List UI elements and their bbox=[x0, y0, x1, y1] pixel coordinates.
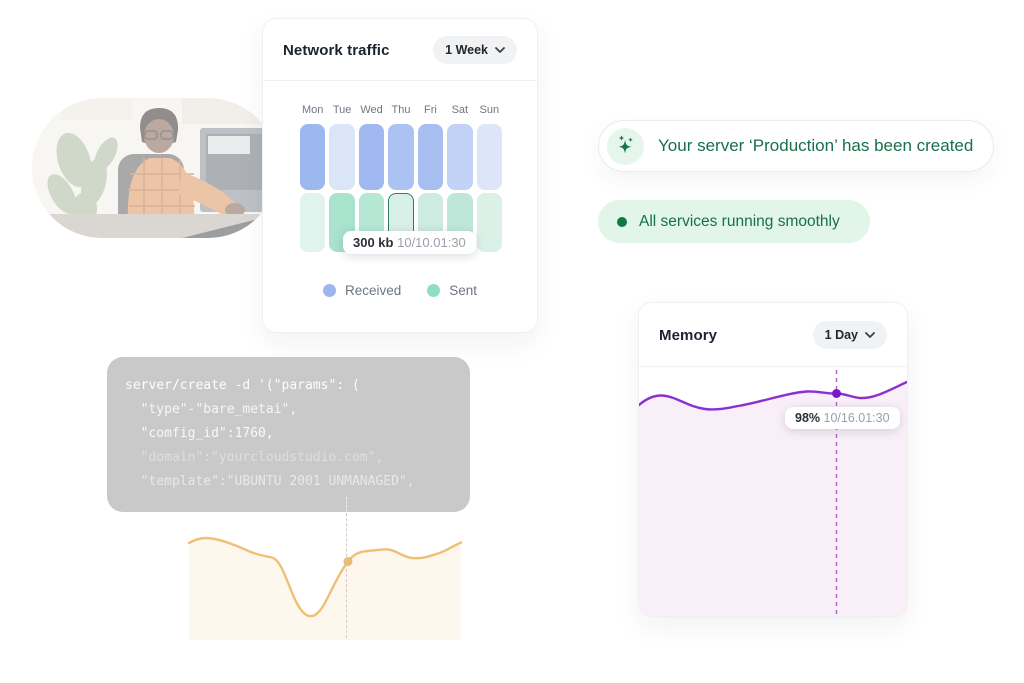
yellow-chart-dashed-line-upper bbox=[346, 497, 347, 512]
server-created-text: Your server ‘Production’ has been create… bbox=[658, 136, 973, 156]
network-tooltip: 300 kb 10/10.01:30 bbox=[343, 231, 476, 254]
memory-header-divider bbox=[639, 366, 907, 367]
weekday-label: Tue bbox=[329, 104, 354, 116]
received-bar-row bbox=[300, 124, 502, 190]
memory-card-header: Memory 1 Day bbox=[639, 303, 907, 366]
code-text: server/create -d '("params": ( "type"-"b… bbox=[125, 374, 456, 494]
memory-card-title: Memory bbox=[659, 327, 717, 344]
weekday-label: Sat bbox=[447, 104, 472, 116]
memory-area-chart bbox=[639, 368, 908, 617]
network-card-header: Network traffic 1 Week bbox=[263, 19, 537, 80]
network-range-dropdown[interactable]: 1 Week bbox=[433, 36, 517, 64]
sparkle-icon bbox=[607, 128, 644, 165]
services-status-notification: All services running smoothly bbox=[598, 200, 870, 243]
received-bar-tue[interactable] bbox=[329, 124, 354, 190]
server-create-code-block: server/create -d '("params": ( "type"-"b… bbox=[107, 357, 470, 512]
network-tooltip-time: 10/10.01:30 bbox=[397, 235, 466, 250]
weekday-labels: Mon Tue Wed Thu Fri Sat Sun bbox=[300, 104, 502, 116]
weekday-label: Sun bbox=[477, 104, 502, 116]
person-photo-illustration bbox=[32, 98, 278, 238]
network-legend: Received Sent bbox=[263, 283, 537, 298]
weekday-label: Wed bbox=[359, 104, 384, 116]
legend-dot-icon bbox=[323, 284, 336, 297]
received-bar-sun[interactable] bbox=[477, 124, 502, 190]
network-chart: Mon Tue Wed Thu Fri Sat Sun bbox=[300, 104, 502, 252]
code-line: "comfig_id":1760, bbox=[125, 426, 274, 441]
chevron-down-icon bbox=[865, 332, 875, 338]
received-bar-sat[interactable] bbox=[447, 124, 472, 190]
weekday-label: Fri bbox=[418, 104, 443, 116]
server-created-notification: Your server ‘Production’ has been create… bbox=[598, 120, 994, 172]
legend-item-received: Received bbox=[323, 283, 401, 298]
network-tooltip-value: 300 kb bbox=[353, 235, 393, 250]
memory-range-label: 1 Day bbox=[825, 328, 858, 342]
memory-tooltip-time: 10/16.01:30 bbox=[824, 411, 890, 425]
memory-card: Memory 1 Day 98% 10/16.01:30 bbox=[638, 302, 908, 617]
code-line: "template":"UBUNTU 2001 UNMANAGED", bbox=[125, 474, 415, 489]
yellow-chart-dashed-line bbox=[346, 513, 347, 638]
network-card-title: Network traffic bbox=[283, 42, 390, 59]
weekday-label: Mon bbox=[300, 104, 325, 116]
person-photo bbox=[32, 98, 278, 238]
network-header-divider bbox=[263, 80, 537, 81]
memory-tooltip-value: 98% bbox=[795, 411, 820, 425]
received-bar-wed[interactable] bbox=[359, 124, 384, 190]
code-line: server/create -d '("params": ( bbox=[125, 378, 360, 393]
code-line: "domain":"yourcloudstudio.com", bbox=[125, 450, 383, 465]
chevron-down-icon bbox=[495, 47, 505, 53]
received-bar-mon[interactable] bbox=[300, 124, 325, 190]
memory-tooltip: 98% 10/16.01:30 bbox=[785, 407, 900, 429]
legend-label: Received bbox=[345, 283, 401, 298]
network-range-label: 1 Week bbox=[445, 43, 488, 57]
legend-label: Sent bbox=[449, 283, 477, 298]
received-bar-fri[interactable] bbox=[418, 124, 443, 190]
legend-dot-icon bbox=[427, 284, 440, 297]
memory-range-dropdown[interactable]: 1 Day bbox=[813, 321, 887, 349]
received-bar-thu[interactable] bbox=[388, 124, 413, 190]
legend-item-sent: Sent bbox=[427, 283, 477, 298]
services-status-text: All services running smoothly bbox=[639, 213, 840, 231]
code-line: "type"-"bare_metai", bbox=[125, 402, 297, 417]
memory-marker-dot bbox=[832, 389, 841, 398]
page-canvas: Network traffic 1 Week Mon Tue Wed Thu Fri Sa… bbox=[0, 0, 1024, 683]
network-traffic-card: Network traffic 1 Week Mon Tue Wed Thu Fri Sa… bbox=[262, 18, 538, 333]
yellow-line-chart bbox=[185, 515, 465, 640]
yellow-chart-marker-dot bbox=[344, 557, 353, 566]
sent-bar-sun[interactable] bbox=[477, 193, 502, 252]
status-dot-icon bbox=[617, 217, 627, 227]
weekday-label: Thu bbox=[388, 104, 413, 116]
sent-bar-mon[interactable] bbox=[300, 193, 325, 252]
